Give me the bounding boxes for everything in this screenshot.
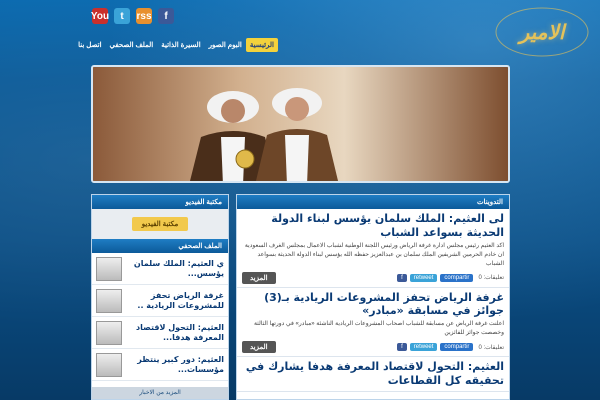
news-title: غرفة الرياض تحفز للمشروعات الريادية ..	[137, 290, 224, 310]
post-body: اعلنت غرفة الرياض عن مسابقة للشباب اصحاب…	[253, 321, 504, 336]
post-title[interactable]: العثيم: التحول لاقتصاد المعرفة هدفا يشار…	[242, 360, 504, 388]
post-title[interactable]: غرفة الرياض تحفز المشروعات الريادية بـ(3…	[242, 291, 504, 319]
post-title[interactable]: لى العثيم: الملك سلمان يؤسس لبناء الدولة…	[242, 212, 504, 240]
list-item[interactable]: العثيم: التحول لاقتصاد المعرفة هدفا...	[92, 317, 228, 349]
nav-contact[interactable]: اتصل بنا	[74, 38, 105, 52]
more-news-label: المزيد من الاخبار	[139, 390, 181, 396]
nav-home[interactable]: الرئيسية	[245, 38, 278, 52]
news-thumbnail	[96, 320, 122, 345]
post-meta: المزيد f retweet compartir تعليقات: 0	[242, 271, 504, 284]
compartir-button[interactable]: compartir	[440, 343, 474, 351]
post: العثيم: التحول لاقتصاد المعرفة هدفا يشار…	[237, 357, 509, 392]
post-meta: المزيد f retweet compartir تعليقات: 0	[242, 341, 504, 353]
retweet-button[interactable]: retweet	[409, 343, 438, 351]
list-item[interactable]: ي العثيم: الملك سلمان يؤسس...	[92, 253, 228, 285]
facebook-icon[interactable]: f	[158, 8, 174, 24]
news-thumbnail	[96, 288, 122, 313]
hero-banner-image	[91, 65, 510, 183]
news-thumbnail	[96, 352, 122, 377]
hero-photo-icon	[93, 67, 508, 181]
list-item[interactable]: العثيم: دور كبير ينتظر مؤسسات...	[92, 349, 228, 381]
post: لى العثيم: الملك سلمان يؤسس لبناء الدولة…	[237, 209, 509, 288]
site-logo[interactable]: الامير	[492, 4, 592, 60]
nav-photo-album[interactable]: البوم الصور	[205, 38, 246, 52]
rss-icon[interactable]: rss	[136, 8, 152, 24]
blog-posts: التدوينات لى العثيم: الملك سلمان يؤسس لب…	[236, 194, 510, 400]
facebook-share-icon[interactable]: f	[397, 273, 407, 282]
facebook-share-icon[interactable]: f	[397, 343, 407, 351]
read-more-button[interactable]: المزيد	[242, 341, 276, 353]
comments-count[interactable]: تعليقات: 0	[478, 274, 504, 281]
news-title: ي العثيم: الملك سلمان يؤسس...	[133, 258, 224, 278]
youtube-icon[interactable]: You	[91, 8, 109, 24]
news-title: العثيم: التحول لاقتصاد المعرفة هدفا...	[135, 322, 224, 342]
share-buttons: f retweet compartir	[397, 273, 474, 282]
list-item[interactable]: غرفة الرياض تحفز للمشروعات الريادية ..	[92, 285, 228, 317]
video-library-box: مكتبة الفيديو	[92, 209, 228, 239]
retweet-button[interactable]: retweet	[409, 273, 438, 282]
nav-biography[interactable]: السيرة الذاتية	[157, 38, 204, 52]
compartir-button[interactable]: compartir	[440, 273, 474, 282]
news-thumbnail	[96, 256, 122, 281]
sidebar: مكتبة الفيديو مكتبة الفيديو الملف الصحفي…	[91, 194, 229, 400]
news-title: العثيم: دور كبير ينتظر مؤسسات...	[137, 354, 224, 374]
press-file-header: الملف الصحفي	[92, 239, 228, 253]
share-buttons: f retweet compartir	[397, 343, 474, 351]
video-library-header: مكتبة الفيديو	[92, 195, 228, 209]
main-nav: الرئيسية البوم الصور السيرة الذاتية المل…	[78, 38, 278, 52]
read-more-button[interactable]: المزيد	[242, 271, 276, 284]
logo-ornament-icon	[495, 7, 589, 57]
blog-posts-header: التدوينات	[237, 195, 509, 209]
social-links: You t rss f	[91, 8, 174, 24]
post: غرفة الرياض تحفز المشروعات الريادية بـ(3…	[237, 288, 509, 357]
nav-press-file[interactable]: الملف الصحفي	[106, 38, 158, 52]
twitter-icon[interactable]: t	[114, 8, 130, 24]
comments-count[interactable]: تعليقات: 0	[478, 344, 504, 351]
post-body: اكد العثيم رئيس مجلس ادارة غرفة الرياض و…	[244, 242, 504, 267]
video-library-button[interactable]: مكتبة الفيديو	[131, 217, 189, 231]
more-news-button[interactable]: المزيد من الاخبار	[92, 387, 228, 399]
